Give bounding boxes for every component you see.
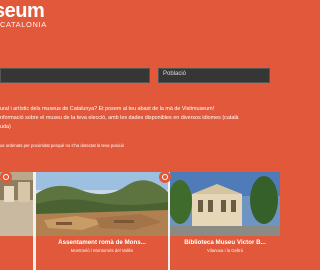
audio-guide-icon [0, 171, 12, 183]
card-title: Assentament romà de Mons... [58, 239, 146, 246]
card-info [0, 236, 33, 270]
audio-guide-icon [159, 171, 171, 183]
museum-card[interactable]: Assentament romà de Mons... Montmeló / M… [36, 172, 168, 270]
sort-notice: us ordenats per proximitat perquè no s'h… [0, 143, 125, 148]
museum-photo [36, 172, 168, 236]
museum-card[interactable]: Biblioteca Museu Víctor B... Vilanova i … [170, 172, 280, 270]
location-select-label: Població [163, 71, 187, 77]
museum-photo [170, 172, 280, 236]
intro-line: nformació sobre el museu de la teva elec… [0, 115, 239, 121]
card-title: Biblioteca Museu Víctor B... [184, 239, 266, 246]
card-info: Assentament romà de Mons... Montmeló / M… [36, 236, 168, 270]
intro-line: uda) [0, 124, 11, 130]
location-select[interactable]: Població [158, 68, 270, 83]
search-input[interactable] [0, 68, 150, 83]
card-subtitle: Vilanova i la Geltrú [207, 248, 243, 253]
site-logo[interactable]: seum CATALONIA [0, 0, 100, 36]
museum-card-list: Assentament romà de Mons... Montmeló / M… [0, 171, 280, 270]
intro-text: ural i artístic dels museus de Catalunya… [0, 105, 280, 132]
card-subtitle: Montmeló / Montornès del Vallès [70, 248, 134, 253]
museum-card[interactable] [0, 172, 33, 270]
card-info: Biblioteca Museu Víctor B... Vilanova i … [170, 236, 280, 270]
intro-line: ural i artístic dels museus de Catalunya… [0, 106, 215, 112]
logo-wordmark: seum [0, 0, 45, 22]
logo-subtitle: CATALONIA [0, 20, 47, 29]
